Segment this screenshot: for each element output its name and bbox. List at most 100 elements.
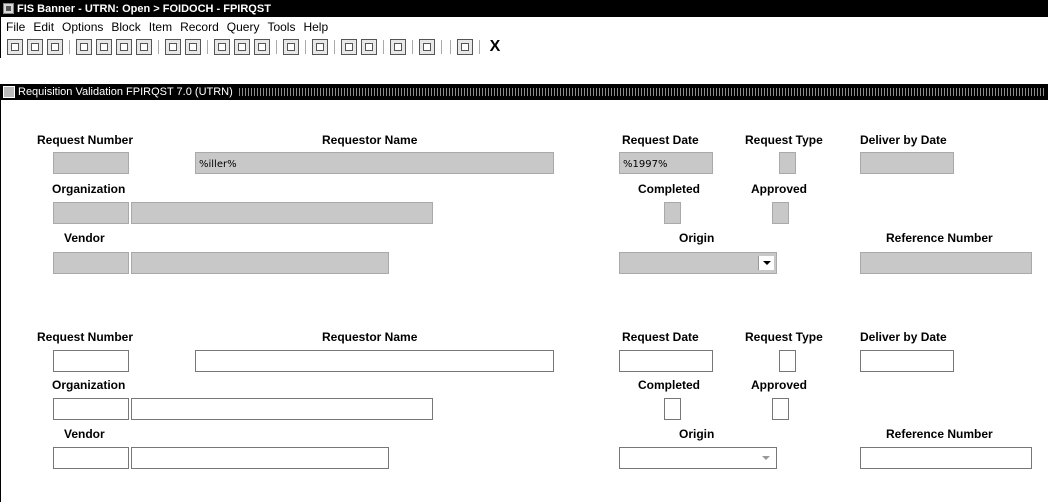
menu-query[interactable]: Query bbox=[227, 20, 260, 34]
label-request-date: Request Date bbox=[622, 133, 699, 147]
origin-select[interactable] bbox=[619, 252, 777, 274]
request-type-field[interactable] bbox=[779, 350, 796, 372]
organization-code-field[interactable] bbox=[53, 398, 129, 420]
execute-query-icon[interactable] bbox=[136, 39, 152, 55]
label-completed: Completed bbox=[638, 378, 701, 392]
window-title: FIS Banner - UTRN: Open > FOIDOCH - FPIR… bbox=[17, 2, 271, 15]
origin-select[interactable] bbox=[619, 447, 777, 469]
toolbar-separator bbox=[207, 40, 208, 54]
save-icon[interactable] bbox=[7, 39, 23, 55]
window-titlebar: FIS Banner - UTRN: Open > FOIDOCH - FPIR… bbox=[0, 0, 1048, 17]
organization-code-field[interactable] bbox=[53, 202, 129, 224]
completed-checkbox[interactable] bbox=[664, 202, 681, 224]
organization-name-field[interactable] bbox=[131, 202, 433, 224]
document-icon[interactable] bbox=[47, 39, 63, 55]
label-request-date: Request Date bbox=[622, 330, 699, 344]
label-origin: Origin bbox=[679, 427, 715, 441]
chevron-down-icon[interactable] bbox=[758, 256, 774, 270]
deliver-by-date-field[interactable] bbox=[860, 152, 954, 174]
vendor-id-field[interactable] bbox=[53, 252, 129, 274]
requestor-name-field[interactable]: %iller% bbox=[195, 152, 554, 174]
label-request-number: Request Number bbox=[37, 133, 134, 147]
paste-icon[interactable] bbox=[419, 39, 435, 55]
toolbar-separator bbox=[383, 40, 384, 54]
request-number-field[interactable] bbox=[53, 350, 129, 372]
reference-number-field[interactable] bbox=[860, 252, 1032, 274]
label-deliver-by-date: Deliver by Date bbox=[860, 330, 947, 344]
form-title: Requisition Validation FPIRQST 7.0 (UTRN… bbox=[18, 86, 233, 98]
label-organization: Organization bbox=[52, 182, 126, 196]
requestor-name-field[interactable] bbox=[195, 350, 554, 372]
request-number-field[interactable] bbox=[53, 152, 129, 174]
label-vendor: Vendor bbox=[64, 231, 105, 245]
toolbar-separator bbox=[412, 40, 413, 54]
completed-checkbox[interactable] bbox=[664, 398, 681, 420]
menu-file[interactable]: File bbox=[6, 20, 25, 34]
cut-icon[interactable] bbox=[361, 39, 377, 55]
previous-block-icon[interactable] bbox=[165, 39, 181, 55]
export-icon[interactable] bbox=[341, 39, 357, 55]
insert-record-icon[interactable] bbox=[76, 39, 92, 55]
menu-bar: File Edit Options Block Item Record Quer… bbox=[0, 17, 1048, 36]
form-icon bbox=[3, 86, 15, 98]
label-request-type: Request Type bbox=[745, 133, 823, 147]
label-request-number: Request Number bbox=[37, 330, 134, 344]
print-preview-icon[interactable] bbox=[312, 39, 328, 55]
label-completed: Completed bbox=[638, 182, 701, 196]
toolbar-separator bbox=[450, 40, 451, 54]
deliver-by-date-field[interactable] bbox=[860, 350, 954, 372]
label-vendor: Vendor bbox=[64, 427, 105, 441]
rollback-icon[interactable] bbox=[27, 39, 43, 55]
form-titlebar: Requisition Validation FPIRQST 7.0 (UTRN… bbox=[0, 84, 1048, 100]
toolbar-separator bbox=[276, 40, 277, 54]
copy-icon[interactable] bbox=[390, 39, 406, 55]
label-reference-number: Reference Number bbox=[886, 427, 993, 441]
label-deliver-by-date: Deliver by Date bbox=[860, 133, 947, 147]
label-approved: Approved bbox=[751, 182, 808, 196]
toolbar-separator bbox=[441, 40, 442, 54]
request-type-field[interactable] bbox=[779, 152, 796, 174]
next-block-icon[interactable] bbox=[185, 39, 201, 55]
toolbar-separator bbox=[334, 40, 335, 54]
label-organization: Organization bbox=[52, 378, 126, 392]
label-request-type: Request Type bbox=[745, 330, 823, 344]
menu-help[interactable]: Help bbox=[303, 20, 328, 34]
request-date-field[interactable] bbox=[619, 350, 713, 372]
toolbar-separator bbox=[158, 40, 159, 54]
menu-block[interactable]: Block bbox=[111, 20, 140, 34]
label-reference-number: Reference Number bbox=[886, 231, 993, 245]
label-requestor-name: Requestor Name bbox=[322, 133, 418, 147]
menu-record[interactable]: Record bbox=[180, 20, 219, 34]
label-approved: Approved bbox=[751, 378, 808, 392]
organization-name-field[interactable] bbox=[131, 398, 433, 420]
toolbar-separator bbox=[305, 40, 306, 54]
enter-query-icon[interactable] bbox=[116, 39, 132, 55]
exit-icon[interactable]: X bbox=[486, 38, 504, 55]
toolbar-separator bbox=[479, 40, 480, 54]
print-icon[interactable] bbox=[283, 39, 299, 55]
menu-item[interactable]: Item bbox=[149, 20, 172, 34]
label-requestor-name: Requestor Name bbox=[322, 330, 418, 344]
toolbar: X bbox=[0, 36, 1048, 58]
window-border bbox=[0, 100, 1, 502]
cancel-query-icon[interactable] bbox=[254, 39, 270, 55]
vendor-name-field[interactable] bbox=[131, 447, 389, 469]
titlebar-pattern bbox=[238, 88, 1044, 96]
options-icon[interactable] bbox=[214, 39, 230, 55]
approved-checkbox[interactable] bbox=[772, 202, 789, 224]
chevron-down-icon[interactable] bbox=[758, 451, 774, 465]
reference-number-field[interactable] bbox=[860, 447, 1032, 469]
vendor-name-field[interactable] bbox=[131, 252, 389, 274]
vendor-id-field[interactable] bbox=[53, 447, 129, 469]
approved-checkbox[interactable] bbox=[772, 398, 789, 420]
menu-tools[interactable]: Tools bbox=[267, 20, 295, 34]
remove-record-icon[interactable] bbox=[96, 39, 112, 55]
request-date-field[interactable]: %1997% bbox=[619, 152, 713, 174]
toolbar-separator bbox=[69, 40, 70, 54]
label-origin: Origin bbox=[679, 231, 715, 245]
menu-edit[interactable]: Edit bbox=[33, 20, 54, 34]
menu-options[interactable]: Options bbox=[62, 20, 103, 34]
list-icon[interactable] bbox=[234, 39, 250, 55]
app-icon bbox=[3, 3, 14, 14]
help-icon[interactable] bbox=[457, 39, 473, 55]
